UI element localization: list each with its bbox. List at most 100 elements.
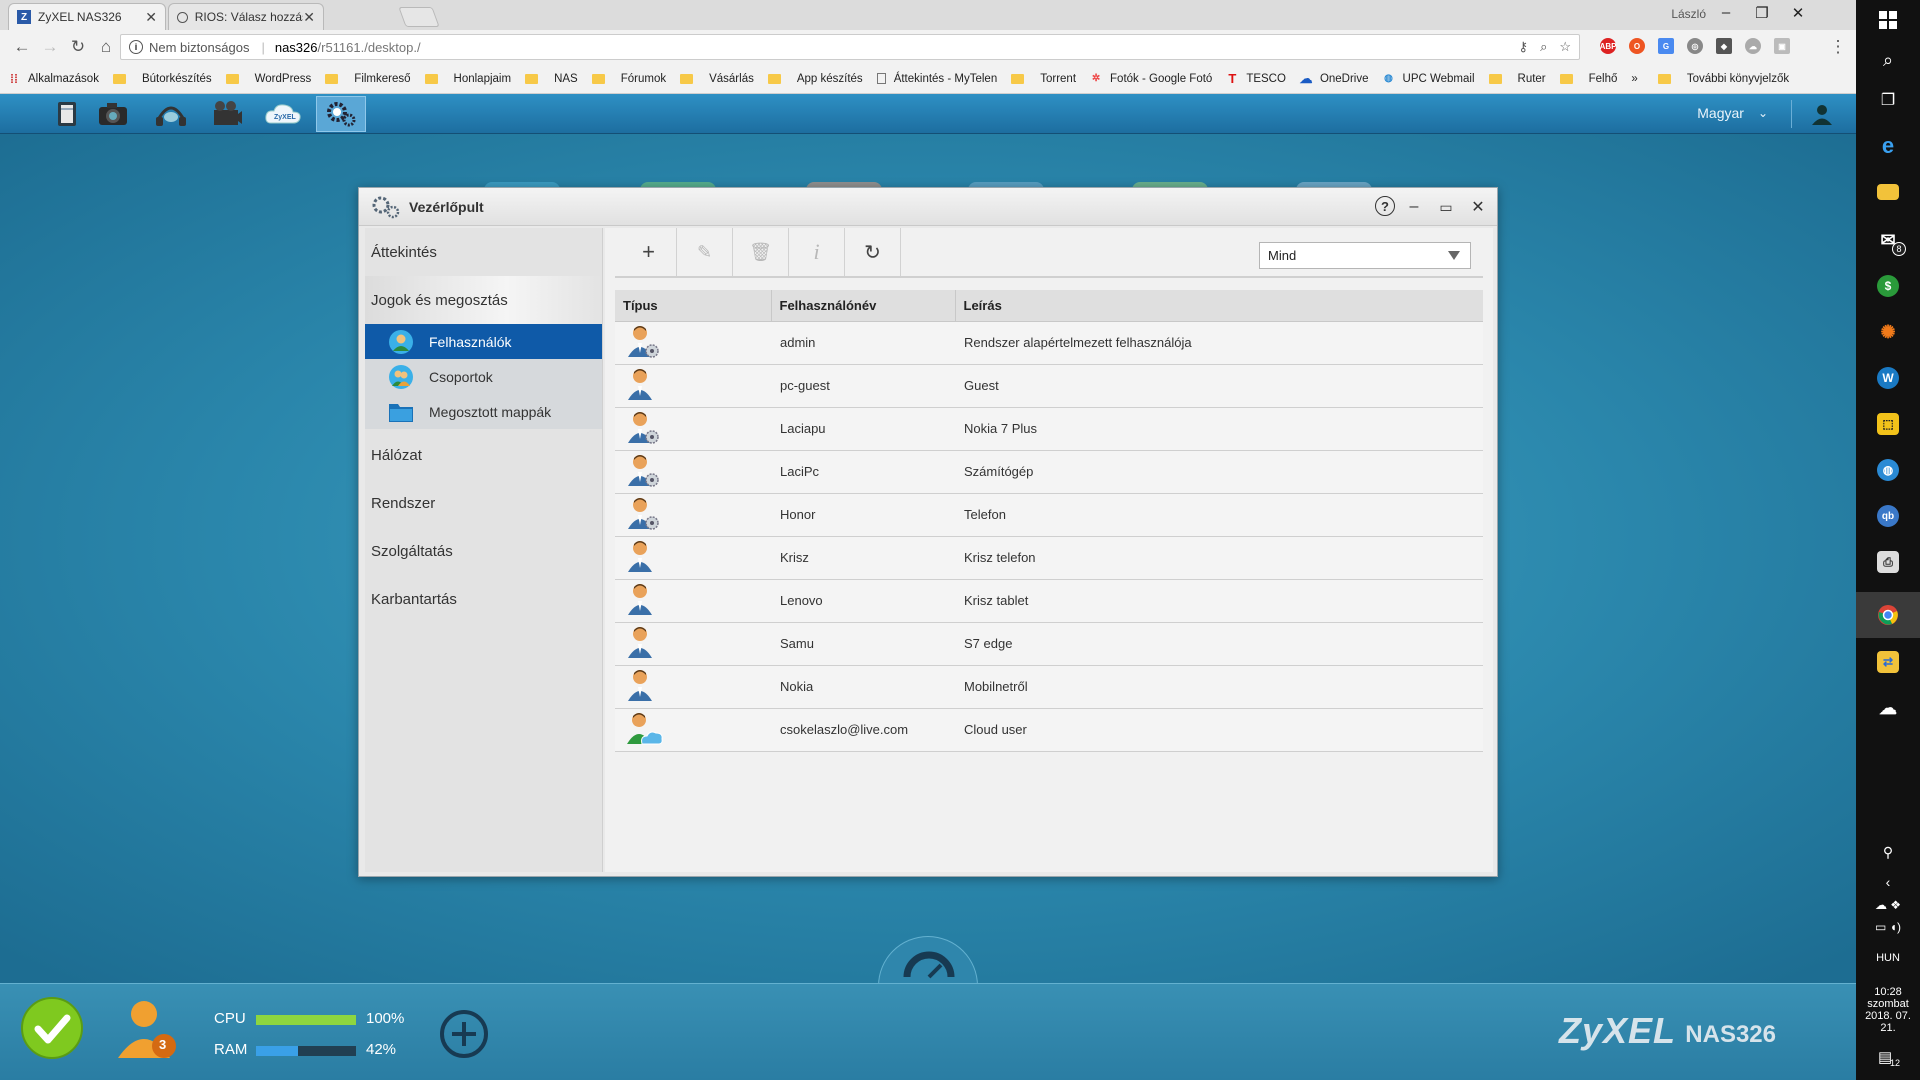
onedrive-taskbar-icon[interactable]: ☁ [1856,688,1920,728]
file-sync-icon[interactable]: ⇄ [1856,642,1920,682]
input-language[interactable]: HUN [1856,944,1920,972]
nav-shared-folders[interactable]: Megosztott mappák [365,394,602,429]
star-icon[interactable]: ☆ [1559,39,1571,55]
nav-network[interactable]: Hálózat [365,431,602,479]
search-icon[interactable]: ⌕ [1856,40,1920,80]
edit-user-button[interactable]: ✎ [677,228,733,276]
language-selector[interactable]: Magyar ⌄ [1697,105,1768,121]
cloud-ext-icon[interactable]: ☁ [1745,38,1761,54]
bookmark-folder[interactable]: App készítés [767,73,863,85]
profile-name[interactable]: László [1671,7,1706,21]
maximize-window-icon[interactable]: ▭ [1435,196,1457,218]
network-volume-icons[interactable]: ▭ ◖) [1856,920,1920,944]
minimize-window-icon[interactable]: – [1403,196,1425,218]
table-row[interactable]: csokelaszlo@live.com Cloud user [615,708,1483,752]
zoom-icon[interactable]: ⌕ [1540,39,1547,55]
bookmark-apps[interactable]: ⁞⁞ Alkalmazások [8,72,99,86]
key-icon[interactable]: ⚷ [1519,39,1529,55]
home-icon[interactable]: ⌂ [92,37,120,57]
video-app-icon[interactable] [202,96,252,132]
sun-app-icon[interactable]: ✺ [1856,312,1920,352]
bookmarks-overflow[interactable]: » [1631,73,1637,85]
opera-icon[interactable]: O [1629,38,1645,54]
close-tab-icon[interactable]: ✕ [145,9,157,26]
bookmark-folder[interactable]: Ruter [1488,73,1546,85]
restore-icon[interactable]: ❐ [1744,4,1780,26]
nav-system[interactable]: Rendszer [365,479,602,527]
column-header-type[interactable]: Típus [615,290,772,322]
user-filter-select[interactable]: Mind [1259,242,1471,269]
nav-services[interactable]: Szolgáltatás [365,527,602,575]
system-ok-icon[interactable] [20,996,84,1063]
bookmark-photos[interactable]: ✲ Fotók - Google Fotó [1090,73,1212,85]
chrome-taskbar-icon[interactable] [1856,592,1920,638]
close-tab-icon[interactable]: ✕ [303,9,315,26]
new-tab-button[interactable] [398,7,440,27]
window-titlebar[interactable]: Vezérlőpult ? – ▭ ✕ [359,188,1497,226]
table-row[interactable]: Lenovo Krisz tablet [615,579,1483,623]
bookmark-folder[interactable]: WordPress [225,73,311,85]
money-app-icon[interactable]: $ [1856,266,1920,306]
file-explorer-icon[interactable] [1856,172,1920,212]
column-header-description[interactable]: Leírás [955,290,1483,322]
bookmark-folder[interactable]: NAS [525,73,578,85]
address-bar[interactable]: i Nem biztonságos | nas326 /r51161./desk… [120,34,1580,60]
table-row[interactable]: Laciapu Nokia 7 Plus [615,407,1483,451]
action-center-icon[interactable]: ▤ 12 [1856,1034,1920,1080]
bookmark-folder[interactable]: Fórumok [591,73,666,85]
shield-icon[interactable]: ◆ [1716,38,1732,54]
bookmark-folder[interactable]: Bútorkészítés [112,73,212,85]
info-button[interactable]: i [789,228,845,276]
wordpress-icon[interactable]: W [1856,358,1920,398]
file-browser-app-icon[interactable] [42,96,92,132]
nav-rights-sharing[interactable]: Jogok és megosztás [365,276,602,324]
info-icon[interactable]: i [129,40,143,54]
bookmark-folder[interactable]: Filmkereső [325,73,411,85]
bookmark-folder[interactable]: Felhő [1559,73,1617,85]
qbittorrent-icon[interactable]: qb [1856,496,1920,536]
close-window-icon[interactable]: ✕ [1467,196,1489,218]
back-icon[interactable]: ← [8,37,36,57]
image-ext-icon[interactable]: ▣ [1774,38,1790,54]
table-row[interactable]: pc-guest Guest [615,364,1483,408]
add-widget-button[interactable] [438,1008,490,1063]
minimize-icon[interactable]: – [1708,4,1744,26]
table-row[interactable]: Krisz Krisz telefon [615,536,1483,580]
printer-app-icon[interactable]: ⎙ [1856,542,1920,582]
bookmark-folder[interactable]: Vásárlás [680,73,754,85]
tab-zyxel[interactable]: Z ZyXEL NAS326 ✕ [8,3,166,30]
people-icon[interactable]: ⚲ [1856,844,1920,874]
extension-icon[interactable]: ◎ [1687,38,1703,54]
task-view-icon[interactable]: ❐ [1856,80,1920,120]
nav-users[interactable]: Felhasználók [365,324,602,359]
chevron-left-icon[interactable]: ‹ [1856,874,1920,898]
forward-icon[interactable]: → [36,37,64,57]
edge-browser-icon[interactable]: e [1856,126,1920,166]
reload-icon[interactable]: ↻ [64,37,92,57]
column-header-username[interactable]: Felhasználónév [771,290,956,322]
bookmark-upc[interactable]: ◍ UPC Webmail [1383,73,1474,85]
notifications-user-icon[interactable]: 3 [110,994,180,1067]
globe-app-icon[interactable]: ◍ [1856,450,1920,490]
add-user-button[interactable]: + [621,228,677,276]
bookmark-tesco[interactable]: T TESCO [1226,71,1286,86]
music-app-icon[interactable] [146,96,196,132]
table-row[interactable]: admin Rendszer alapértelmezett felhasznál… [615,321,1483,365]
bookmark-folder[interactable]: Honlapjaim [424,73,511,85]
bookmark-folder[interactable]: Torrent [1011,73,1076,85]
nav-groups[interactable]: Csoportok [365,359,602,394]
table-row[interactable]: Samu S7 edge [615,622,1483,666]
photo-app-icon[interactable] [88,96,138,132]
start-windows-icon[interactable] [1856,0,1920,40]
delete-user-button[interactable]: 🗑 [733,228,789,276]
refresh-button[interactable]: ↻ [845,228,901,276]
bookmark-onedrive[interactable]: ☁ OneDrive [1299,71,1368,86]
bookmark-page[interactable]: Áttekintés - MyTelen [876,73,997,85]
control-panel-app-icon[interactable] [316,96,366,132]
zyxel-cloud-app-icon[interactable]: ZyXEL [258,96,308,132]
help-icon[interactable]: ? [1375,196,1395,216]
translate-icon[interactable]: G [1658,38,1674,54]
table-row[interactable]: LaciPc Számítógép [615,450,1483,494]
security-label[interactable]: Nem biztonságos [149,40,249,55]
close-icon[interactable]: ✕ [1780,4,1816,26]
